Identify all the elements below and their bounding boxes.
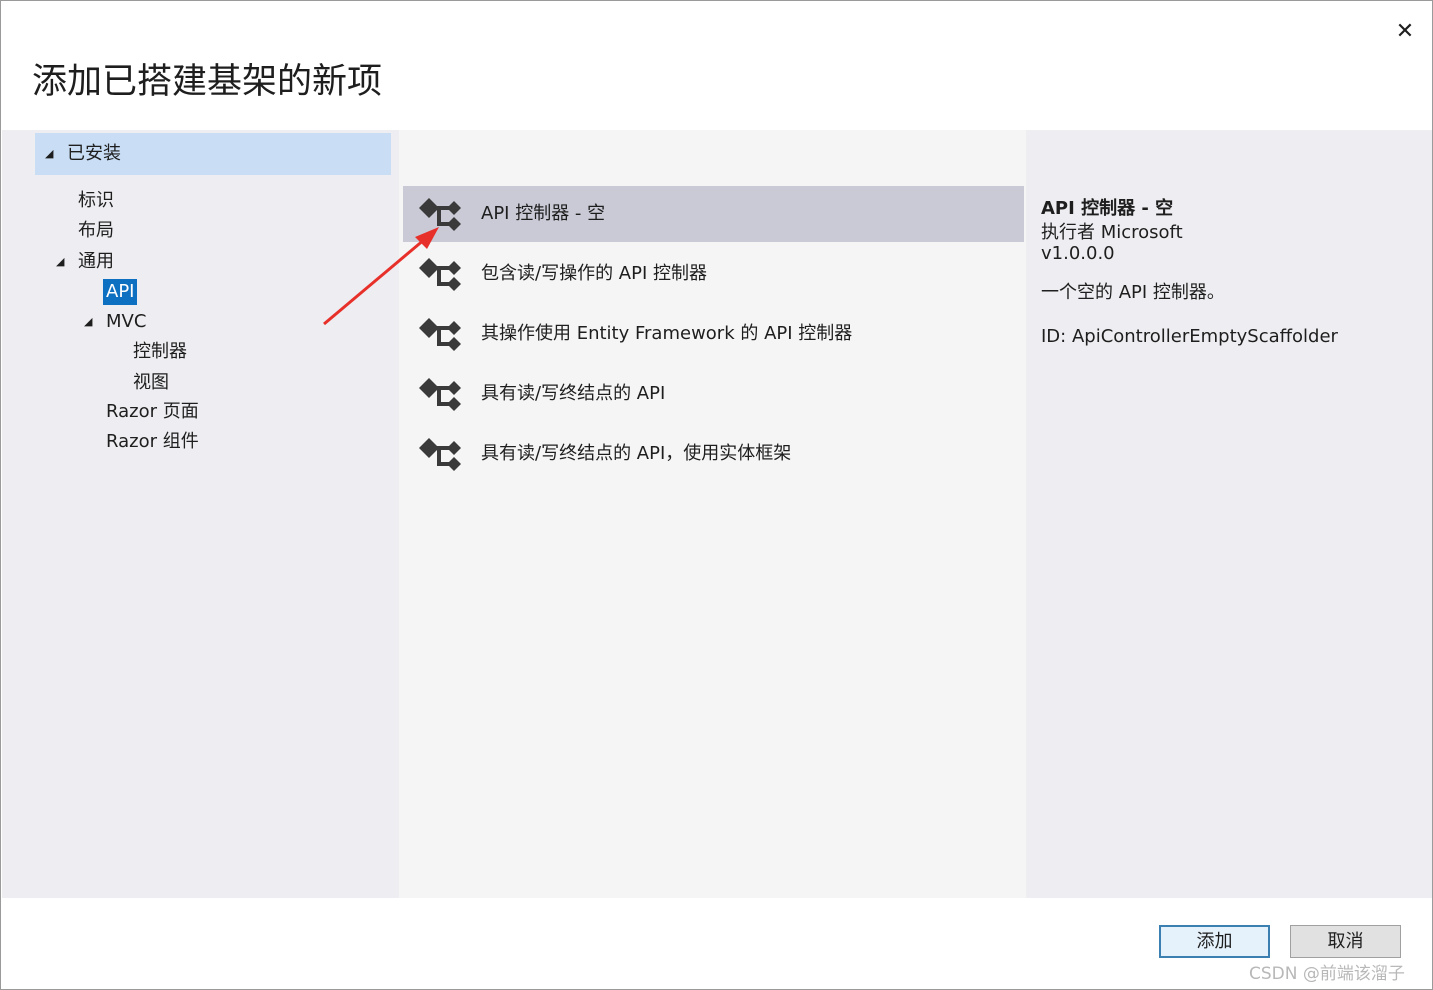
scaffold-icon xyxy=(419,258,461,291)
list-item-label: 其操作使用 Entity Framework 的 API 控制器 xyxy=(481,323,853,344)
list-item[interactable]: 包含读/写操作的 API 控制器 xyxy=(403,246,1024,302)
tree-node-label: MVC xyxy=(106,311,147,332)
tree-node-label: 标识 xyxy=(78,190,114,211)
expanded-triangle-icon[interactable]: ◢ xyxy=(56,249,64,275)
detail-author: 执行者 Microsoft xyxy=(1041,222,1183,243)
tree-node-label: Razor 组件 xyxy=(106,431,199,452)
scaffold-icon xyxy=(419,378,461,411)
tree-node-label: Razor 页面 xyxy=(106,401,199,422)
close-icon: ✕ xyxy=(1395,19,1415,44)
scaffold-icon xyxy=(419,438,461,471)
list-item-label: 包含读/写操作的 API 控制器 xyxy=(481,263,707,284)
tree-node-label: API xyxy=(103,279,138,305)
tree-node-api[interactable]: API xyxy=(103,279,138,305)
scaffold-icon xyxy=(419,318,461,351)
cancel-button[interactable]: 取消 xyxy=(1290,925,1401,958)
detail-pane: API 控制器 - 空 执行者 Microsoft v1.0.0.0 一个空的 … xyxy=(1026,130,1432,898)
scaffold-icon xyxy=(419,198,461,231)
tree-node-common[interactable]: ◢ 通用 xyxy=(54,249,114,275)
close-button[interactable]: ✕ xyxy=(1389,17,1421,49)
detail-id: ID: ApiControllerEmptyScaffolder xyxy=(1041,326,1338,347)
list-item-label: API 控制器 - 空 xyxy=(481,203,606,224)
detail-description: 一个空的 API 控制器。 xyxy=(1041,282,1225,303)
expanded-triangle-icon[interactable]: ◢ xyxy=(84,309,92,335)
list-item[interactable]: 其操作使用 Entity Framework 的 API 控制器 xyxy=(403,306,1024,362)
tree-node-label: 已安装 xyxy=(67,143,121,164)
list-item[interactable]: 具有读/写终结点的 API，使用实体框架 xyxy=(403,426,1024,482)
list-item-label: 具有读/写终结点的 API，使用实体框架 xyxy=(481,443,792,464)
list-item-label: 具有读/写终结点的 API xyxy=(481,383,666,404)
list-item[interactable]: API 控制器 - 空 xyxy=(403,186,1024,242)
add-button[interactable]: 添加 xyxy=(1159,925,1270,958)
tree-node-layout[interactable]: 布局 xyxy=(78,218,114,244)
tree-node-identity[interactable]: 标识 xyxy=(78,188,114,214)
tree-node-label: 通用 xyxy=(78,251,114,272)
tree-node-label: 控制器 xyxy=(133,341,187,362)
detail-title: API 控制器 - 空 xyxy=(1041,198,1174,219)
tree-node-views[interactable]: 视图 xyxy=(133,370,169,396)
tree-node-label: 布局 xyxy=(78,220,114,241)
tree-node-label: 视图 xyxy=(133,372,169,393)
scaffold-dialog: ✕ 添加已搭建基架的新项 ◢ 已安装 标识 布局 ◢ 通用 API ◢ MVC … xyxy=(0,0,1433,990)
tree-node-razor-pages[interactable]: Razor 页面 xyxy=(106,399,199,425)
list-item[interactable]: 具有读/写终结点的 API xyxy=(403,366,1024,422)
watermark: CSDN @前端该溜子 xyxy=(1249,964,1405,984)
expanded-triangle-icon[interactable]: ◢ xyxy=(45,133,53,175)
detail-version: v1.0.0.0 xyxy=(1041,243,1115,264)
tree-node-razor-components[interactable]: Razor 组件 xyxy=(106,429,199,455)
dialog-title: 添加已搭建基架的新项 xyxy=(32,62,383,102)
tree-node-installed[interactable]: ◢ 已安装 xyxy=(35,133,391,175)
tree-node-controllers[interactable]: 控制器 xyxy=(133,339,187,365)
tree-node-mvc[interactable]: ◢ MVC xyxy=(82,309,146,335)
template-list: API 控制器 - 空 包含读/写操作的 API 控制器 其操作使用 Entit… xyxy=(399,130,1026,898)
category-tree: ◢ 已安装 标识 布局 ◢ 通用 API ◢ MVC 控制器 视图 Razor … xyxy=(2,130,399,898)
dialog-content: ◢ 已安装 标识 布局 ◢ 通用 API ◢ MVC 控制器 视图 Razor … xyxy=(2,130,1432,898)
